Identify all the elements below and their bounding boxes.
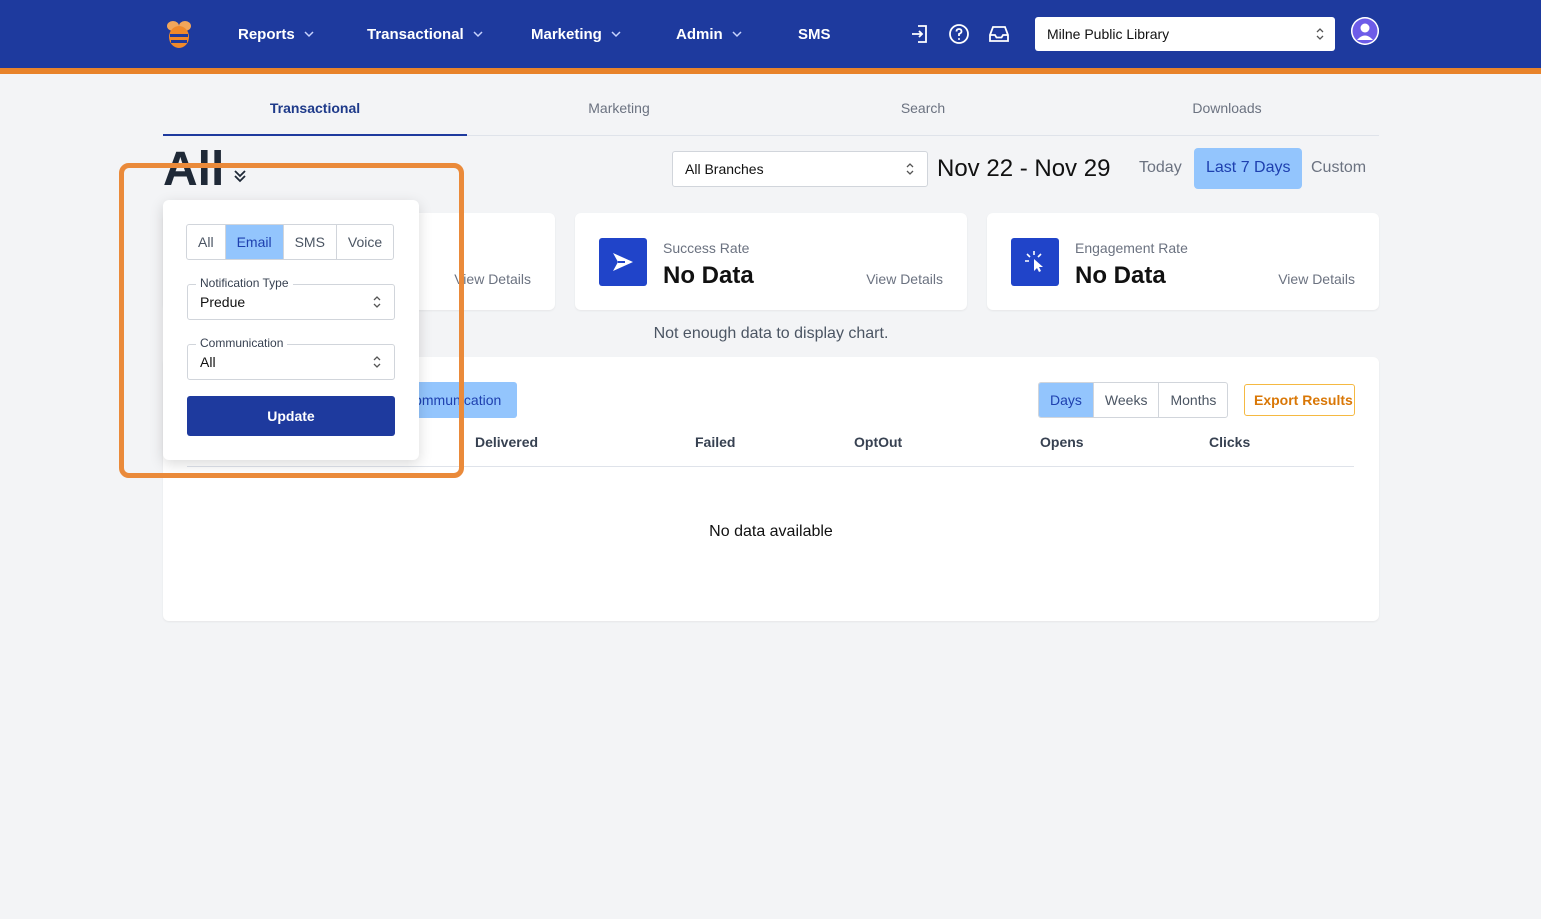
branch-select[interactable]: All Branches — [672, 151, 928, 187]
view-details-link[interactable]: View Details — [866, 271, 943, 287]
nav-sms[interactable]: SMS — [798, 24, 831, 44]
chevron-down-icon — [473, 31, 483, 38]
tab-marketing[interactable]: Marketing — [467, 88, 771, 136]
chevron-down-icon — [732, 31, 742, 38]
stat-card-engagement-rate: Engagement Rate No Data View Details — [987, 213, 1379, 310]
column-header-opens[interactable]: Opens — [1040, 434, 1084, 450]
period-toggle: Days Weeks Months — [1038, 382, 1229, 418]
bee-logo-icon[interactable] — [162, 17, 196, 51]
click-icon — [1011, 238, 1059, 286]
nav-admin-label: Admin — [676, 25, 723, 43]
nav-transactional-label: Transactional — [367, 25, 464, 43]
nav-accent-stripe — [0, 68, 1541, 74]
updown-chevron-icon — [1316, 28, 1324, 40]
tab-search[interactable]: Search — [771, 88, 1075, 136]
date-range-label: Nov 22 - Nov 29 — [937, 155, 1111, 182]
period-days-button[interactable]: Days — [1039, 383, 1094, 417]
range-today-button[interactable]: Today — [1127, 148, 1194, 189]
stat-label: Success Rate — [663, 240, 750, 256]
stat-value: No Data — [663, 262, 754, 289]
highlight-annotation-box — [119, 163, 464, 478]
tab-downloads[interactable]: Downloads — [1075, 88, 1379, 136]
chevron-down-icon — [304, 31, 314, 38]
nav-sms-label: SMS — [798, 25, 831, 43]
column-header-delivered[interactable]: Delivered — [475, 434, 538, 450]
range-custom-button[interactable]: Custom — [1299, 148, 1378, 189]
tab-transactional[interactable]: Transactional — [163, 88, 467, 136]
stat-value: No Data — [1075, 262, 1166, 289]
sign-in-icon[interactable] — [908, 22, 932, 46]
period-weeks-button[interactable]: Weeks — [1094, 383, 1160, 417]
updown-chevron-icon — [906, 163, 914, 175]
nav-admin[interactable]: Admin — [676, 24, 743, 44]
send-icon — [599, 238, 647, 286]
section-tabs: Transactional Marketing Search Downloads — [163, 88, 1379, 136]
help-icon[interactable] — [947, 22, 971, 46]
column-header-optout[interactable]: OptOut — [854, 434, 902, 450]
range-last-7-days-button[interactable]: Last 7 Days — [1194, 148, 1303, 189]
column-header-failed[interactable]: Failed — [695, 434, 735, 450]
nav-transactional[interactable]: Transactional — [367, 24, 484, 44]
view-details-link[interactable]: View Details — [1278, 271, 1355, 287]
nav-reports-label: Reports — [238, 25, 295, 43]
chevron-down-icon — [611, 31, 621, 38]
chart-empty-message: Not enough data to display chart. — [653, 325, 889, 342]
nav-marketing-label: Marketing — [531, 25, 602, 43]
user-avatar-icon[interactable] — [1351, 17, 1379, 45]
view-details-link[interactable]: View Details — [454, 271, 531, 287]
nav-reports[interactable]: Reports — [238, 24, 315, 44]
inbox-icon[interactable] — [987, 22, 1011, 46]
column-header-clicks[interactable]: Clicks — [1209, 434, 1250, 450]
library-select-value: Milne Public Library — [1047, 26, 1170, 42]
branch-select-value: All Branches — [685, 161, 764, 177]
library-select[interactable]: Milne Public Library — [1035, 17, 1335, 51]
export-results-button[interactable]: Export Results — [1244, 384, 1355, 416]
stat-label: Engagement Rate — [1075, 240, 1188, 256]
stat-card-success-rate: Success Rate No Data View Details — [575, 213, 967, 310]
table-empty-message: No data available — [709, 523, 833, 540]
nav-marketing[interactable]: Marketing — [531, 24, 622, 44]
period-months-button[interactable]: Months — [1159, 383, 1227, 417]
